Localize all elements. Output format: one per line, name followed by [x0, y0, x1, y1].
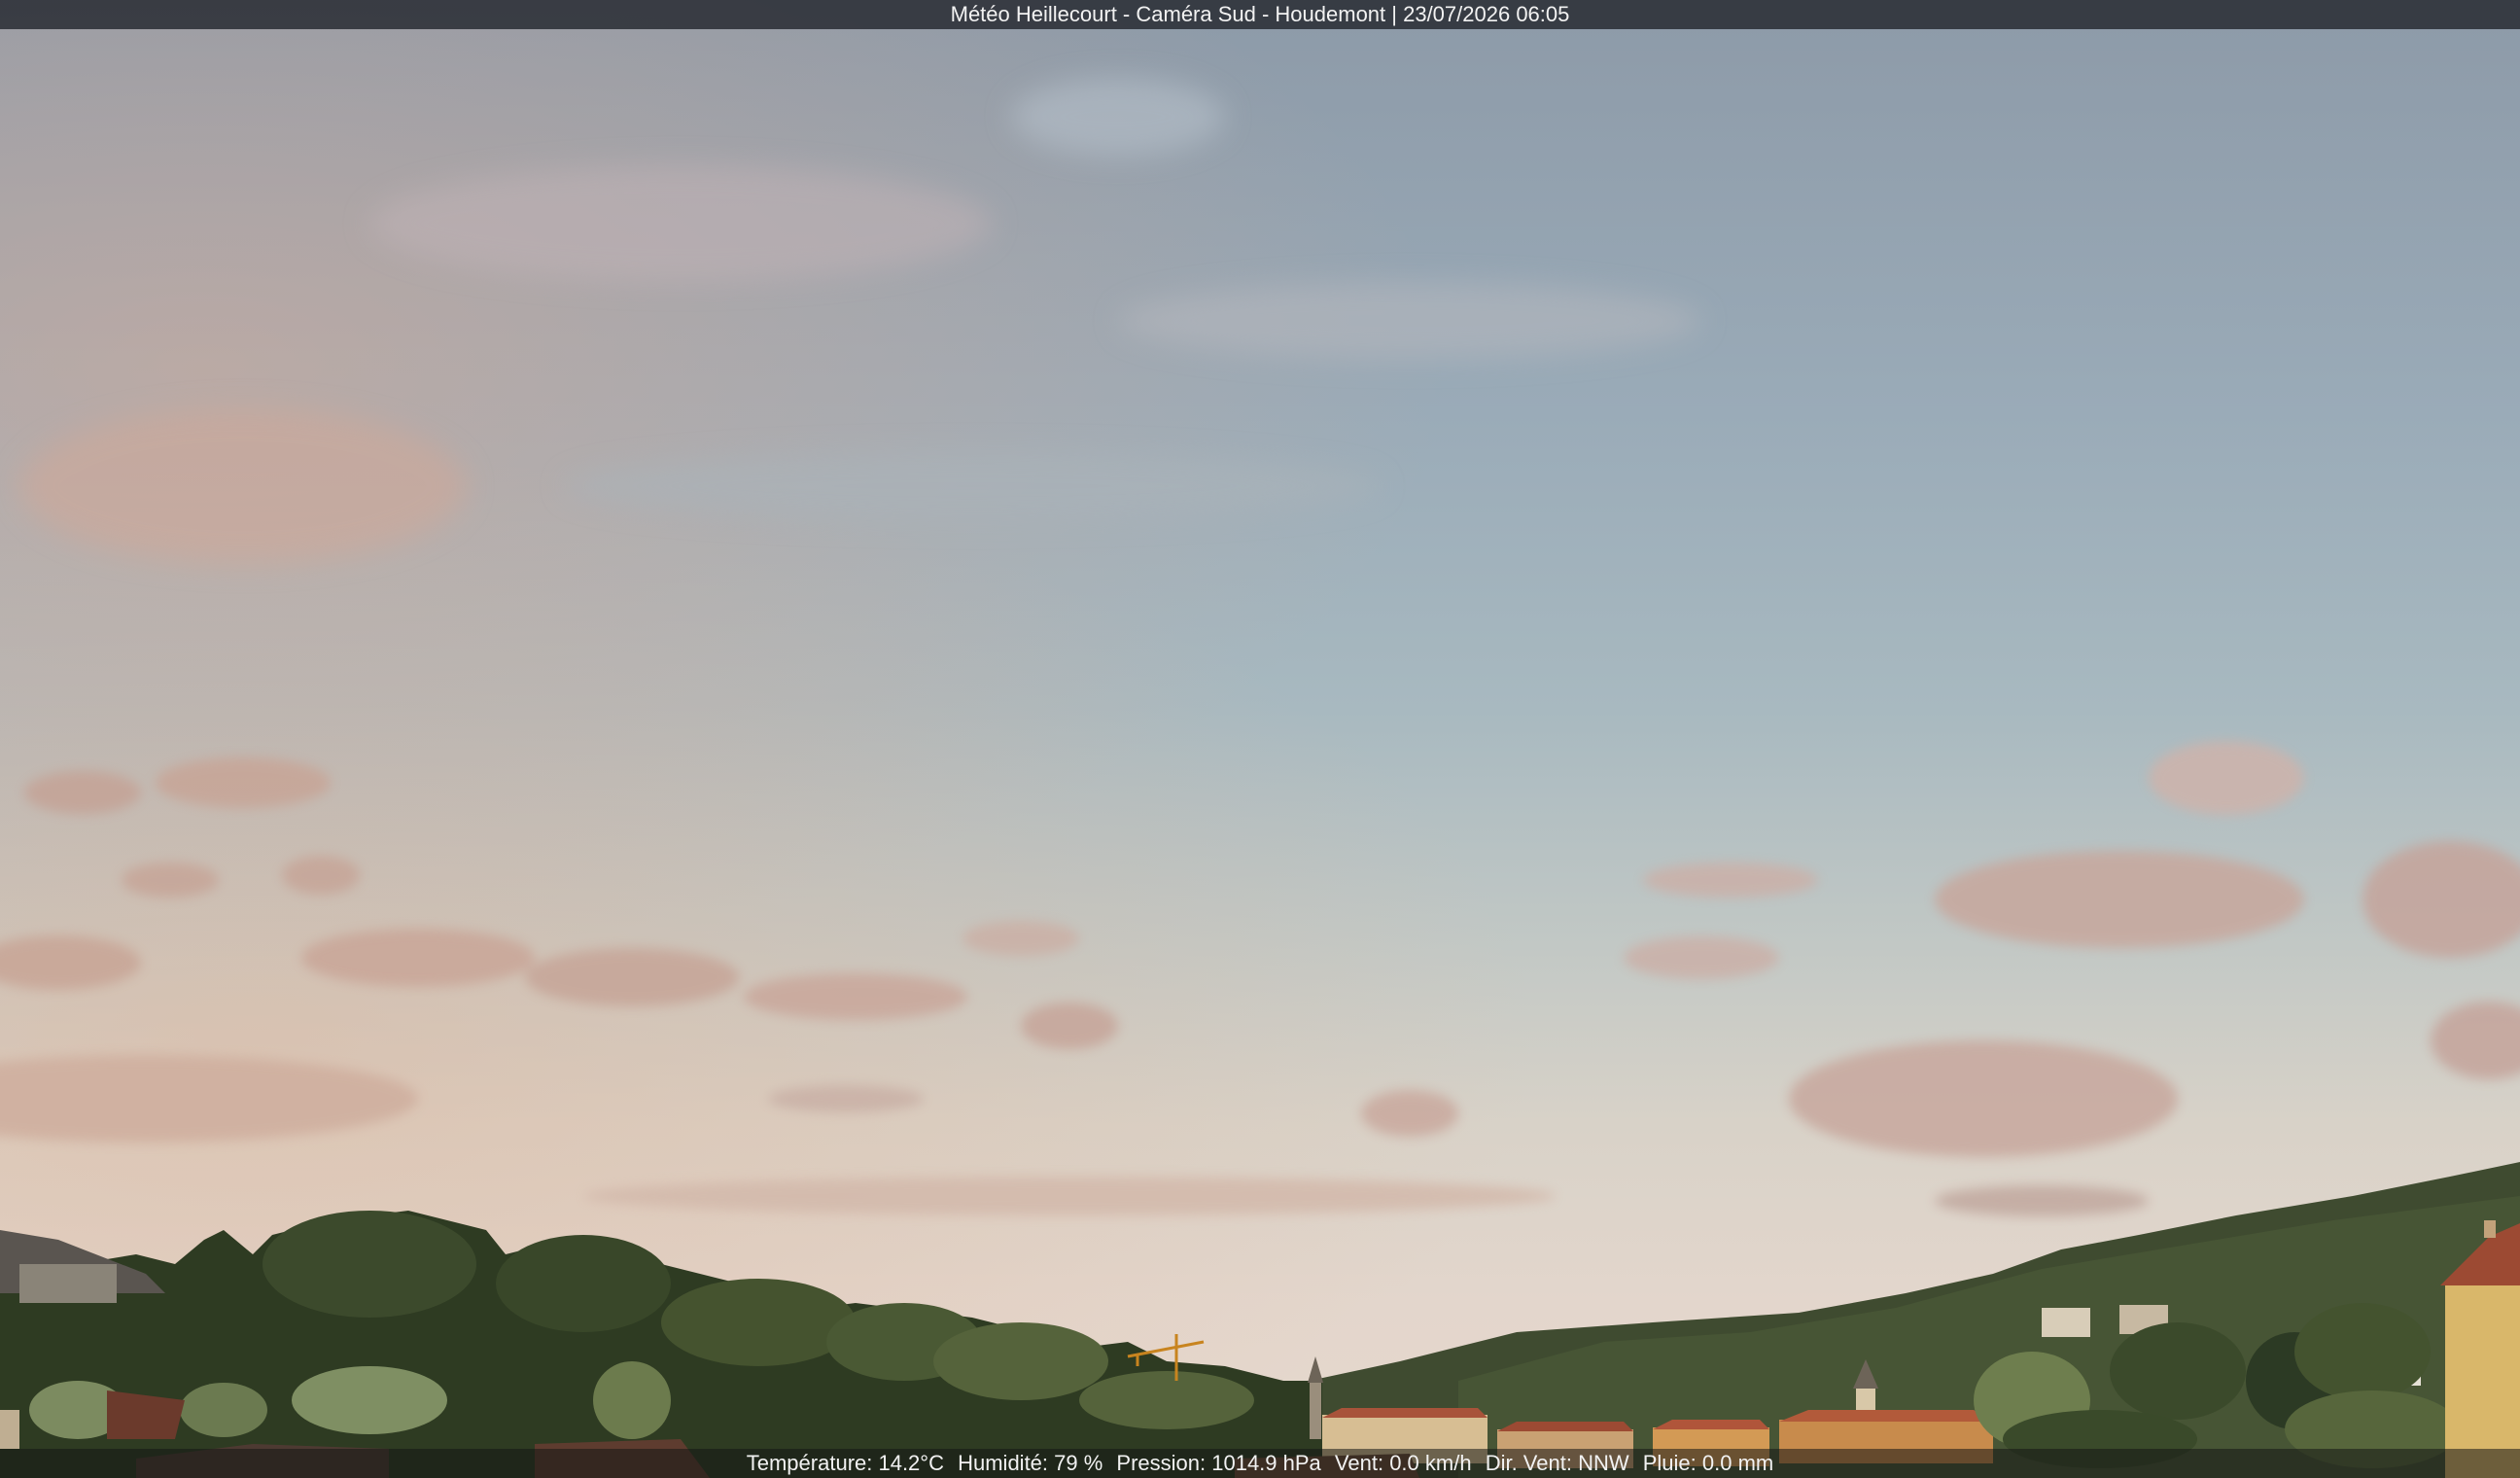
weather-info-bar: Température: 14.2°C Humidité: 79 % Press…	[0, 1449, 2520, 1478]
left-trees	[0, 1211, 1322, 1478]
low-clouds	[0, 741, 2520, 1216]
wind-direction-reading: Dir. Vent: NNW	[1485, 1451, 1629, 1475]
wind-speed-reading: Vent: 0.0 km/h	[1334, 1451, 1472, 1475]
camera-title: Météo Heillecourt - Caméra Sud - Houdemo…	[950, 2, 1570, 26]
humidity-reading: Humidité: 79 %	[958, 1451, 1103, 1475]
temperature-reading: Température: 14.2°C	[746, 1451, 944, 1475]
pressure-reading: Pression: 1014.9 hPa	[1116, 1451, 1321, 1475]
landscape-scene	[0, 78, 2520, 1478]
high-clouds	[19, 78, 1701, 564]
camera-title-bar: Météo Heillecourt - Caméra Sud - Houdemo…	[0, 0, 2520, 29]
rain-reading: Pluie: 0.0 mm	[1642, 1451, 1774, 1475]
webcam-frame: Météo Heillecourt - Caméra Sud - Houdemo…	[0, 0, 2520, 1478]
